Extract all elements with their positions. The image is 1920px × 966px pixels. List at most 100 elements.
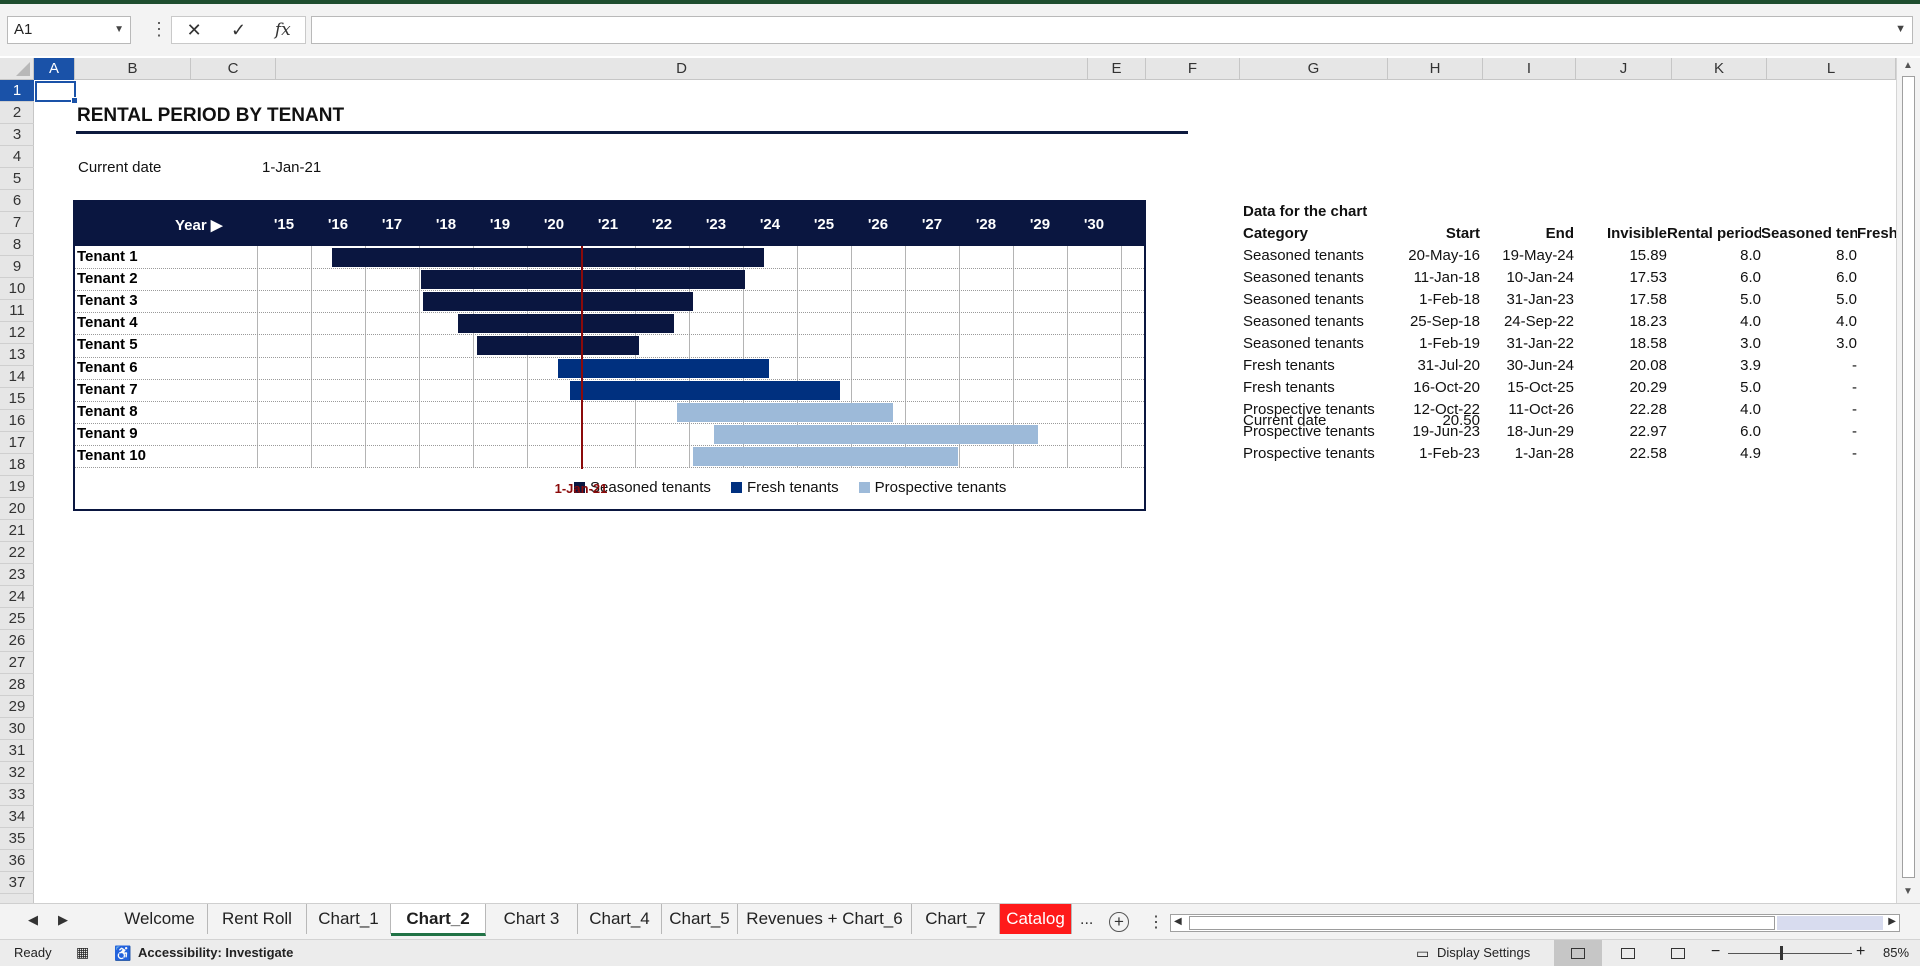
data-table-cell[interactable]: 15.89: [1574, 245, 1667, 267]
macro-record-icon[interactable]: ▦: [76, 944, 89, 961]
cancel-icon[interactable]: ✕: [172, 17, 216, 43]
row-header-16[interactable]: 16: [0, 410, 34, 432]
gantt-bar[interactable]: [677, 403, 893, 422]
page-layout-view-button[interactable]: [1604, 940, 1652, 966]
data-table-cell[interactable]: [1857, 399, 1896, 421]
data-table-cell[interactable]: [1857, 377, 1896, 399]
data-table-header[interactable]: Category: [1243, 223, 1393, 245]
data-table-cell[interactable]: 22.28: [1574, 399, 1667, 421]
sheet-tab-welcome[interactable]: Welcome: [112, 904, 208, 934]
gantt-bar[interactable]: [477, 336, 639, 355]
data-table-cell[interactable]: Prospective tenants: [1243, 443, 1393, 465]
row-header-24[interactable]: 24: [0, 586, 34, 608]
data-table-cell[interactable]: -: [1761, 355, 1857, 377]
data-table-cell[interactable]: Seasoned tenants: [1243, 245, 1393, 267]
current-date-value[interactable]: 1-Jan-21: [262, 159, 321, 176]
prev-sheet-icon[interactable]: ◀: [28, 912, 38, 928]
data-table-cell[interactable]: 19-May-24: [1480, 245, 1574, 267]
horizontal-scrollbar[interactable]: ◀ ▶: [1170, 914, 1900, 932]
row-header-27[interactable]: 27: [0, 652, 34, 674]
row-header-28[interactable]: 28: [0, 674, 34, 696]
row-header-26[interactable]: 26: [0, 630, 34, 652]
scroll-left-icon[interactable]: ◀: [1174, 916, 1182, 927]
row-header-18[interactable]: 18: [0, 454, 34, 476]
data-table-header[interactable]: Rental period: [1667, 223, 1761, 245]
data-table-cell[interactable]: 4.0: [1761, 311, 1857, 333]
sheet-tab-rent-roll[interactable]: Rent Roll: [208, 904, 307, 934]
data-table-cell[interactable]: 5.0: [1667, 289, 1761, 311]
gantt-bar[interactable]: [421, 270, 745, 289]
row-header-20[interactable]: 20: [0, 498, 34, 520]
more-sheets[interactable]: ...: [1080, 911, 1093, 929]
data-current-date-value[interactable]: 20.50: [1393, 410, 1480, 432]
data-table-cell[interactable]: 3.9: [1667, 355, 1761, 377]
sheet-tab-chart-5[interactable]: Chart_5: [662, 904, 738, 934]
data-table-cell[interactable]: 11-Oct-26: [1480, 399, 1574, 421]
insert-function-icon[interactable]: fx: [261, 17, 305, 43]
data-table-title[interactable]: Data for the chart: [1243, 201, 1393, 223]
row-header-5[interactable]: 5: [0, 168, 34, 190]
data-table-cell[interactable]: 1-Feb-19: [1393, 333, 1480, 355]
accessibility-icon[interactable]: ♿: [114, 945, 131, 962]
row-header-19[interactable]: 19: [0, 476, 34, 498]
row-header-37[interactable]: 37: [0, 872, 34, 894]
horizontal-scroll-thumb[interactable]: [1189, 916, 1775, 930]
data-table-cell[interactable]: 4.0: [1667, 311, 1761, 333]
sheet-tab-catalog[interactable]: Catalog: [1000, 904, 1072, 934]
column-header-l[interactable]: L: [1767, 58, 1896, 80]
row-header-22[interactable]: 22: [0, 542, 34, 564]
data-table-cell[interactable]: 1-Jan-28: [1480, 443, 1574, 465]
gantt-bar[interactable]: [693, 447, 958, 466]
data-table-cell[interactable]: 4.0: [1667, 399, 1761, 421]
row-header-11[interactable]: 11: [0, 300, 34, 322]
row-header-35[interactable]: 35: [0, 828, 34, 850]
data-table-cell[interactable]: Seasoned tenants: [1243, 289, 1393, 311]
data-table-cell[interactable]: 4.9: [1667, 443, 1761, 465]
row-header-15[interactable]: 15: [0, 388, 34, 410]
data-table-cell[interactable]: -: [1761, 421, 1857, 443]
data-table-cell[interactable]: 31-Jan-23: [1480, 289, 1574, 311]
row-header-34[interactable]: 34: [0, 806, 34, 828]
zoom-level[interactable]: 85%: [1883, 945, 1909, 960]
data-table-cell[interactable]: 8.0: [1667, 245, 1761, 267]
column-header-b[interactable]: B: [75, 58, 191, 80]
data-table-cell[interactable]: -: [1761, 399, 1857, 421]
gantt-bar[interactable]: [558, 359, 769, 378]
data-table-cell[interactable]: Fresh tenants: [1243, 377, 1393, 399]
data-table-cell[interactable]: Seasoned tenants: [1243, 267, 1393, 289]
accessibility-status[interactable]: Accessibility: Investigate: [138, 945, 293, 960]
active-cell-a1[interactable]: [35, 81, 78, 104]
row-header-31[interactable]: 31: [0, 740, 34, 762]
data-table-cell[interactable]: 18-Jun-29: [1480, 421, 1574, 443]
data-table-cell[interactable]: 25-Sep-18: [1393, 311, 1480, 333]
zoom-slider[interactable]: [1728, 953, 1852, 954]
sheet-tab-chart-2[interactable]: Chart_2: [391, 904, 486, 936]
gantt-bar[interactable]: [714, 425, 1038, 444]
display-settings[interactable]: Display Settings: [1437, 945, 1530, 960]
data-table-cell[interactable]: 18.23: [1574, 311, 1667, 333]
sheet-tab-chart-1[interactable]: Chart_1: [307, 904, 391, 934]
column-header-f[interactable]: F: [1146, 58, 1240, 80]
display-settings-icon[interactable]: ▭: [1416, 945, 1429, 962]
data-table-cell[interactable]: [1857, 311, 1896, 333]
column-header-c[interactable]: C: [191, 58, 276, 80]
data-table-cell[interactable]: 3.0: [1761, 333, 1857, 355]
zoom-slider-thumb[interactable]: [1780, 946, 1783, 960]
data-table-cell[interactable]: 1-Feb-23: [1393, 443, 1480, 465]
column-header-i[interactable]: I: [1483, 58, 1576, 80]
data-table-cell[interactable]: 17.58: [1574, 289, 1667, 311]
column-header-j[interactable]: J: [1576, 58, 1672, 80]
row-header-32[interactable]: 32: [0, 762, 34, 784]
gantt-bar[interactable]: [423, 292, 693, 311]
data-table-cell[interactable]: 20-May-16: [1393, 245, 1480, 267]
add-sheet-icon[interactable]: +: [1109, 912, 1129, 932]
row-header-6[interactable]: 6: [0, 190, 34, 212]
row-header-25[interactable]: 25: [0, 608, 34, 630]
column-header-d[interactable]: D: [276, 58, 1088, 80]
expand-formula-icon[interactable]: ▼: [1895, 23, 1906, 35]
vertical-scrollbar[interactable]: ▲ ▼: [1896, 58, 1920, 903]
data-table-cell[interactable]: 18.58: [1574, 333, 1667, 355]
data-table-cell[interactable]: 24-Sep-22: [1480, 311, 1574, 333]
data-table-cell[interactable]: 31-Jan-22: [1480, 333, 1574, 355]
data-table-cell[interactable]: 17.53: [1574, 267, 1667, 289]
